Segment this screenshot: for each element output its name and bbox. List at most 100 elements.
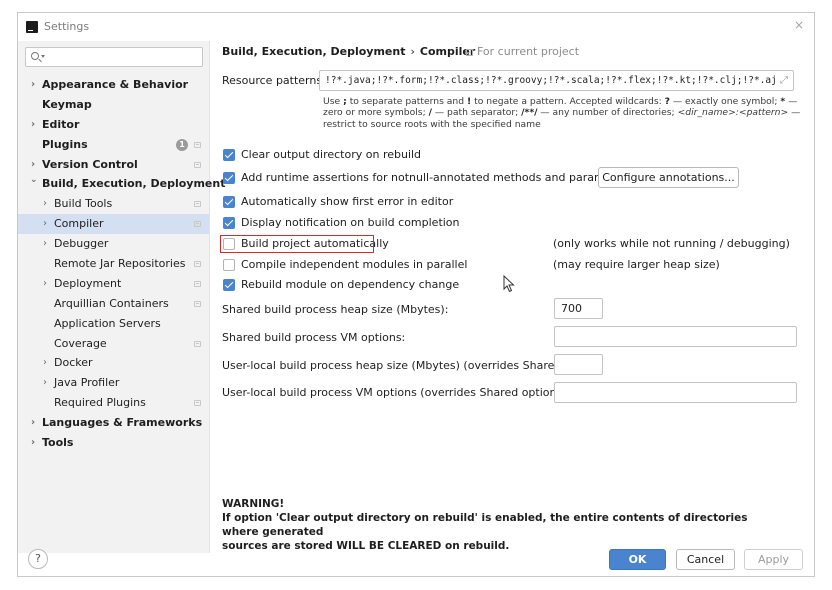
sidebar-item-arquillian-containers[interactable]: Arquillian Containers bbox=[18, 294, 209, 314]
chevron-right-icon[interactable]: › bbox=[43, 274, 47, 294]
sidebar-item-label: Tools bbox=[42, 436, 74, 450]
sidebar-item-plugins[interactable]: Plugins 1 bbox=[18, 135, 209, 155]
warning-line: If option 'Clear output directory on reb… bbox=[222, 512, 748, 538]
help-text-part: Use bbox=[323, 96, 341, 107]
checkbox-checked-icon[interactable] bbox=[223, 279, 235, 291]
user-local-vm-options-input[interactable] bbox=[554, 382, 797, 403]
project-level-icon bbox=[194, 280, 201, 287]
sidebar-item-label: Docker bbox=[54, 356, 93, 370]
resource-patterns-help: Use ; to separate patterns and ! to nega… bbox=[323, 96, 801, 130]
breadcrumb-parent[interactable]: Build, Execution, Deployment bbox=[222, 45, 405, 58]
sidebar-item-application-servers[interactable]: Application Servers bbox=[18, 314, 209, 334]
search-options-chevron-icon[interactable] bbox=[41, 55, 45, 58]
chevron-right-icon[interactable]: › bbox=[43, 234, 47, 254]
project-level-icon bbox=[194, 201, 201, 208]
settings-search-input[interactable] bbox=[25, 47, 203, 67]
settings-tree: › Appearance & Behavior Keymap › Editor … bbox=[18, 75, 225, 453]
warning-title: WARNING! bbox=[222, 498, 285, 510]
chevron-right-icon[interactable]: › bbox=[43, 194, 47, 214]
sidebar-item-label: Required Plugins bbox=[54, 396, 146, 410]
expand-icon[interactable]: ⤢ bbox=[780, 71, 788, 90]
project-level-icon bbox=[194, 141, 201, 148]
sidebar-item-coverage[interactable]: Coverage bbox=[18, 334, 209, 354]
help-button[interactable]: ? bbox=[28, 549, 48, 569]
sidebar-item-editor[interactable]: › Editor bbox=[18, 115, 209, 135]
chevron-right-icon[interactable]: › bbox=[31, 75, 35, 95]
breadcrumb: Build, Execution, Deployment › Compiler bbox=[222, 45, 475, 58]
sidebar-item-build-execution-deployment[interactable]: ⌄ Build, Execution, Deployment bbox=[18, 171, 225, 194]
sidebar-item-build-tools[interactable]: › Build Tools bbox=[18, 194, 209, 214]
close-icon[interactable]: × bbox=[794, 18, 804, 32]
mouse-cursor-icon bbox=[503, 275, 515, 293]
sidebar-item-debugger[interactable]: › Debugger bbox=[18, 234, 209, 254]
help-text-part: — exactly one symbol; bbox=[669, 96, 781, 107]
sidebar-item-version-control[interactable]: › Version Control bbox=[18, 155, 209, 175]
apply-button[interactable]: Apply bbox=[744, 549, 803, 570]
chevron-right-icon[interactable]: › bbox=[31, 115, 35, 135]
sidebar-item-tools[interactable]: › Tools bbox=[18, 433, 209, 453]
chevron-right-icon[interactable]: › bbox=[43, 214, 47, 234]
chevron-right-icon[interactable]: › bbox=[43, 373, 47, 393]
help-symbol: /**/ bbox=[521, 107, 538, 119]
sidebar-item-label: Arquillian Containers bbox=[54, 296, 169, 310]
project-level-icon bbox=[194, 300, 201, 307]
checkbox-label: Clear output directory on rebuild bbox=[241, 148, 422, 161]
sidebar-item-deployment[interactable]: › Deployment bbox=[18, 274, 209, 294]
checkbox-checked-icon[interactable] bbox=[223, 196, 235, 208]
resource-patterns-input[interactable]: !?*.java;!?*.form;!?*.class;!?*.groovy;!… bbox=[319, 70, 794, 91]
compile-parallel-note: (may require larger heap size) bbox=[553, 258, 720, 271]
sidebar-item-label: Appearance & Behavior bbox=[42, 78, 189, 91]
sidebar-item-label: Editor bbox=[42, 117, 80, 131]
chevron-right-icon[interactable]: › bbox=[31, 413, 35, 433]
shared-vm-options-input[interactable] bbox=[554, 326, 797, 347]
sidebar-item-compiler[interactable]: › Compiler bbox=[18, 214, 209, 235]
checkbox-checked-icon[interactable] bbox=[223, 217, 235, 229]
checkbox-unchecked-icon[interactable] bbox=[223, 259, 235, 271]
sidebar-item-label: Build Tools bbox=[54, 197, 113, 211]
user-local-heap-size-label: User-local build process heap size (Mbyt… bbox=[222, 359, 595, 372]
resource-patterns-label: Resource patterns: bbox=[222, 74, 326, 87]
user-local-heap-size-input[interactable] bbox=[554, 354, 603, 375]
search-icon bbox=[31, 52, 39, 60]
ok-button[interactable]: OK bbox=[609, 549, 666, 570]
for-current-project-note: For current project bbox=[466, 45, 579, 58]
sidebar-item-docker[interactable]: › Docker bbox=[18, 353, 209, 373]
sidebar-item-appearance-behavior[interactable]: › Appearance & Behavior bbox=[18, 75, 209, 95]
shared-heap-size-input[interactable] bbox=[554, 298, 603, 319]
sidebar-item-label: Keymap bbox=[42, 97, 92, 111]
sidebar-item-languages-frameworks[interactable]: › Languages & Frameworks bbox=[18, 413, 209, 433]
highlight-annotation bbox=[220, 235, 374, 253]
checkbox-label: Add runtime assertions for notnull-annot… bbox=[241, 171, 633, 184]
help-text-part: to separate patterns and bbox=[346, 96, 467, 107]
project-level-icon bbox=[194, 221, 201, 228]
chevron-right-icon[interactable]: › bbox=[43, 353, 47, 373]
sidebar-item-label: Application Servers bbox=[54, 316, 161, 330]
sidebar-item-label: Plugins bbox=[42, 137, 88, 151]
checkbox-label: Compile independent modules in parallel bbox=[241, 258, 468, 271]
resource-patterns-value: !?*.java;!?*.form;!?*.class;!?*.groovy;!… bbox=[325, 75, 777, 86]
sidebar-item-remote-jar-repositories[interactable]: Remote Jar Repositories bbox=[18, 254, 209, 274]
sidebar-item-label: Compiler bbox=[54, 217, 104, 231]
help-pattern-example: <dir_name>:<pattern> bbox=[677, 107, 789, 119]
project-level-icon bbox=[194, 261, 201, 268]
chevron-down-icon[interactable]: ⌄ bbox=[30, 171, 38, 191]
checkbox-checked-icon[interactable] bbox=[223, 149, 235, 161]
cancel-button[interactable]: Cancel bbox=[676, 549, 735, 570]
sidebar-item-required-plugins[interactable]: Required Plugins bbox=[18, 393, 209, 413]
checkbox-checked-icon[interactable] bbox=[223, 172, 235, 184]
sidebar-item-java-profiler[interactable]: › Java Profiler bbox=[18, 373, 209, 393]
settings-sidebar: › Appearance & Behavior Keymap › Editor … bbox=[18, 41, 225, 553]
project-level-icon bbox=[466, 49, 473, 56]
project-level-icon bbox=[194, 400, 201, 407]
project-level-icon bbox=[194, 340, 201, 347]
chevron-right-icon[interactable]: › bbox=[31, 433, 35, 453]
sidebar-item-label: Coverage bbox=[54, 336, 107, 350]
window-title: Settings bbox=[44, 20, 90, 33]
checkbox-label: Automatically show first error in editor bbox=[241, 195, 454, 208]
configure-annotations-button[interactable]: Configure annotations... bbox=[598, 167, 739, 188]
sidebar-item-keymap[interactable]: Keymap bbox=[18, 95, 209, 115]
breadcrumb-separator: › bbox=[410, 45, 415, 58]
checkbox-label: Rebuild module on dependency change bbox=[241, 278, 460, 291]
intellij-app-icon bbox=[26, 21, 38, 33]
sidebar-item-label: Version Control bbox=[42, 157, 138, 171]
